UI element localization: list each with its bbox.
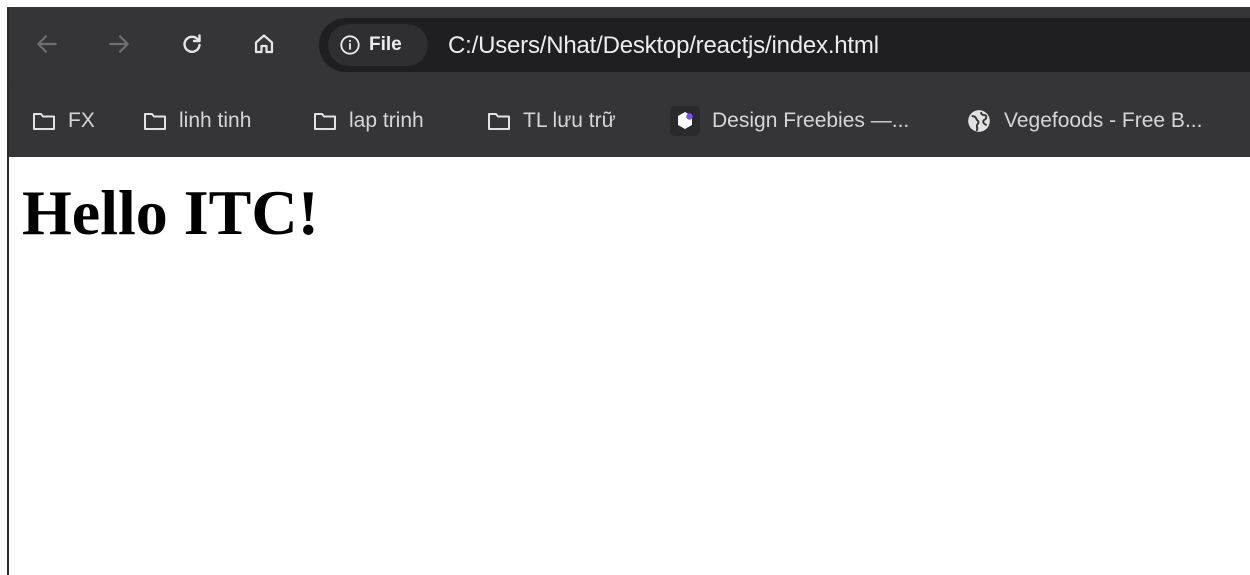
browser-chrome: File C:/Users/Nhat/Desktop/reactjs/index… [9, 7, 1250, 157]
site-info-label: File [369, 34, 402, 55]
site-info-chip[interactable]: File [328, 24, 428, 66]
reload-button[interactable] [174, 26, 210, 62]
bookmark-label: Vegefoods - Free B... [1004, 109, 1203, 132]
page-heading: Hello ITC! [22, 177, 319, 248]
bookmark-folder-linh-tinh[interactable]: linh tinh [143, 103, 251, 139]
bookmarks-bar: FX linh tinh lap trinh TL lưu trữ Design… [9, 87, 1250, 157]
home-button[interactable] [246, 26, 282, 62]
folder-icon [144, 113, 166, 130]
arrow-left-icon [37, 35, 57, 53]
page-content: Hello ITC! [9, 157, 1250, 575]
home-icon [254, 34, 274, 54]
forward-button[interactable] [101, 26, 137, 62]
bookmark-vegefoods[interactable]: Vegefoods - Free B... [966, 103, 1202, 139]
arrow-right-icon [109, 35, 129, 53]
reload-icon [183, 34, 201, 53]
design-freebies-favicon-icon [670, 106, 700, 136]
bookmark-label: linh tinh [179, 109, 252, 132]
back-button[interactable] [29, 26, 65, 62]
bookmark-folder-tl-luu-tru[interactable]: TL lưu trữ [487, 103, 616, 139]
url-text[interactable]: C:/Users/Nhat/Desktop/reactjs/index.html [448, 32, 879, 60]
folder-icon [33, 113, 55, 130]
bookmark-label: TL lưu trữ [523, 109, 616, 132]
folder-icon [314, 113, 336, 130]
address-bar[interactable]: File C:/Users/Nhat/Desktop/reactjs/index… [319, 18, 1250, 72]
globe-icon [968, 110, 990, 132]
info-icon [340, 35, 360, 55]
bookmark-label: FX [68, 109, 95, 132]
browser-window: File C:/Users/Nhat/Desktop/reactjs/index… [0, 0, 1250, 575]
bookmark-folder-fx[interactable]: FX [32, 103, 95, 139]
bookmark-label: lap trinh [349, 109, 424, 132]
bookmark-folder-lap-trinh[interactable]: lap trinh [313, 103, 424, 139]
bookmark-design-freebies[interactable]: Design Freebies —... [670, 103, 909, 139]
folder-icon [488, 113, 510, 130]
bookmark-label: Design Freebies —... [712, 109, 910, 132]
browser-toolbar: File C:/Users/Nhat/Desktop/reactjs/index… [9, 7, 1250, 85]
